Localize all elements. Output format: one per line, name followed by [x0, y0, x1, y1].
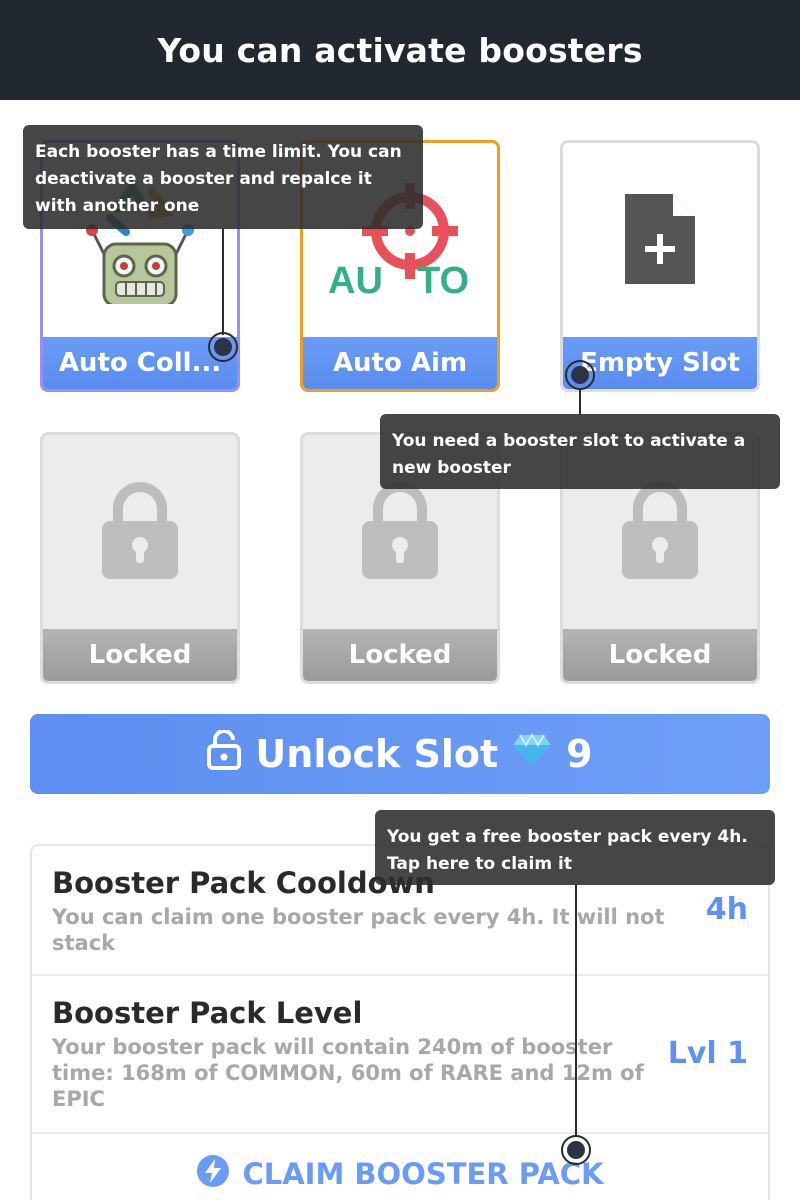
level-description: Your booster pack will contain 240m of b…	[52, 1035, 644, 1111]
tooltip-slot-needed: You need a booster slot to activate a ne…	[380, 414, 780, 489]
unlock-slot-button[interactable]: Unlock Slot 9	[30, 714, 770, 794]
tooltip-pin	[561, 1135, 591, 1165]
slot-label: Locked	[563, 629, 757, 681]
diamond-icon	[512, 732, 552, 776]
unlock-cost: 9	[566, 732, 593, 776]
slot-label: Locked	[43, 629, 237, 681]
level-value: Lvl 1	[667, 1036, 748, 1071]
claim-booster-pack-button[interactable]: CLAIM BOOSTER PACK	[32, 1134, 768, 1200]
cooldown-value: 4h	[705, 892, 748, 927]
tooltip-pointer-line	[579, 390, 581, 415]
page-title: You can activate boosters	[157, 30, 643, 70]
add-file-icon	[563, 143, 757, 335]
slot-label: Locked	[303, 629, 497, 681]
unlock-slot-label: Unlock Slot	[255, 732, 499, 776]
lock-icon	[43, 435, 237, 627]
level-row: Booster Pack Level Your booster pack wil…	[32, 976, 768, 1134]
auto-text-right: TO	[417, 260, 469, 302]
tooltip-pin	[565, 360, 595, 390]
claim-label: CLAIM BOOSTER PACK	[242, 1157, 604, 1191]
tooltip-pointer-line	[222, 229, 224, 335]
tooltip-free-pack: You get a free booster pack every 4h. Ta…	[375, 810, 775, 885]
booster-slot-locked[interactable]: Locked	[40, 432, 240, 684]
tooltip-pointer-line	[575, 885, 577, 1137]
auto-text-left: AU	[328, 260, 383, 302]
level-title: Booster Pack Level	[52, 996, 363, 1030]
cooldown-description: You can claim one booster pack every 4h.…	[52, 905, 665, 955]
slot-label: Auto Aim	[303, 337, 497, 389]
unlocked-padlock-icon	[207, 728, 242, 779]
top-bar: You can activate boosters	[0, 0, 800, 100]
lightning-icon	[196, 1154, 230, 1195]
tooltip-pin	[208, 332, 238, 362]
booster-pack-info: Booster Pack Cooldown You can claim one …	[30, 844, 770, 1200]
booster-slot-empty[interactable]: Empty Slot	[560, 140, 760, 392]
tooltip-booster-limit: Each booster has a time limit. You can d…	[23, 125, 423, 229]
